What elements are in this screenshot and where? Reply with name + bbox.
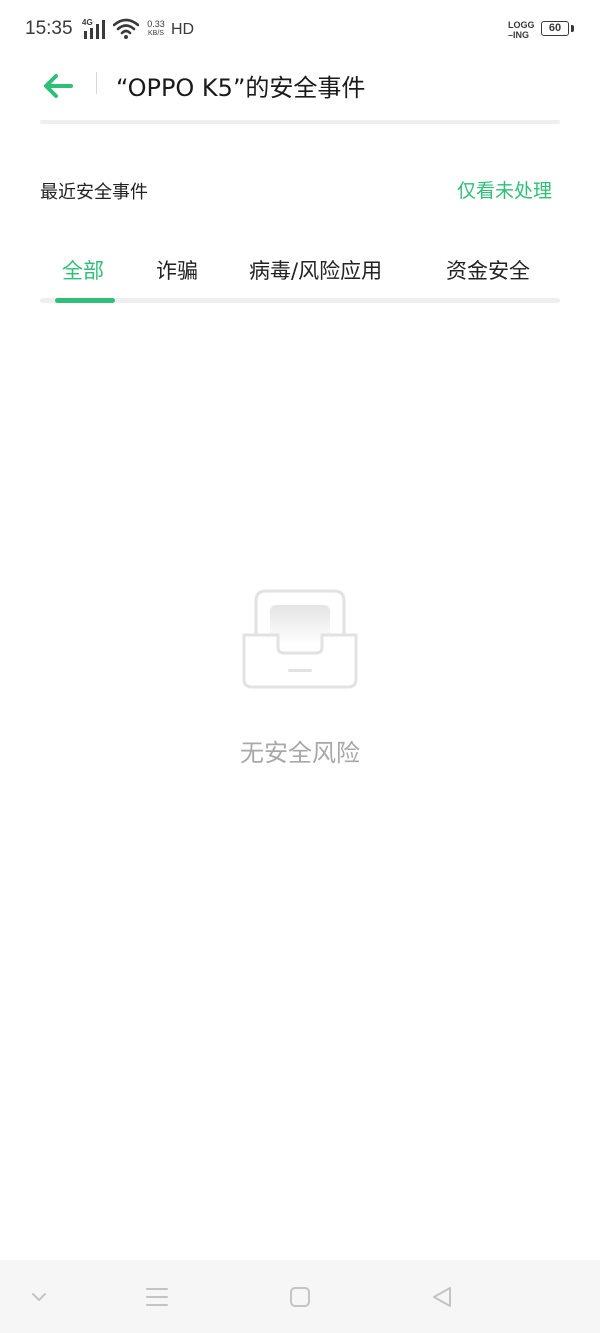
title-bar: “OPPO K5”的安全事件 [0,60,600,110]
menu-button[interactable] [142,1282,172,1312]
event-tabs: 全部 诈骗 病毒/风险应用 资金安全 [40,245,560,305]
collapse-button[interactable] [24,1282,54,1312]
empty-state: 无安全风险 [0,585,600,768]
navigation-bar [0,1260,600,1333]
status-bar: 15:35 4G 0.33 KB/S HD LOGG –ING 60 [0,0,600,60]
network-speed: 0.33 KB/S [143,19,169,39]
header-divider [40,120,560,124]
tab-active-indicator [55,298,115,303]
tab-all[interactable]: 全部 [62,255,104,285]
section-header: 最近安全事件 仅看未处理 [40,168,560,208]
speed-value: 0.33 [147,19,165,29]
signal-icon: 4G [82,18,108,41]
logging-line-2: –ING [508,30,530,40]
wifi-icon [112,18,140,44]
chevron-down-icon [32,1293,46,1301]
tab-virus-risk-apps[interactable]: 病毒/风险应用 [249,255,382,285]
empty-message: 无安全风险 [240,739,360,767]
menu-icon [146,1288,168,1306]
battery-cap [571,25,574,32]
battery-level: 60 [548,22,562,34]
logging-indicator: LOGG –ING [508,20,540,40]
speed-unit: KB/S [148,30,164,37]
page-title: “OPPO K5”的安全事件 [116,74,366,102]
back-triangle-icon [433,1287,451,1307]
arrow-left-icon [44,74,73,98]
title-divider [96,72,97,94]
status-time: 15:35 [25,18,73,39]
battery-icon: 60 [541,21,569,36]
empty-inbox-icon [242,589,358,689]
tab-fund-security[interactable]: 资金安全 [446,255,530,285]
tab-fraud[interactable]: 诈骗 [156,255,198,285]
home-button[interactable] [285,1282,315,1312]
system-back-button[interactable] [427,1282,457,1312]
tab-track [40,298,560,303]
screen: 15:35 4G 0.33 KB/S HD LOGG –ING 60 “OPPO… [0,0,600,1333]
section-title: 最近安全事件 [40,182,148,203]
unhandled-only-filter[interactable]: 仅看未处理 [457,176,552,203]
back-button[interactable] [40,68,76,104]
home-square-icon [290,1287,310,1307]
logging-line-1: LOGG [508,20,535,30]
hd-indicator: HD [171,21,195,38]
